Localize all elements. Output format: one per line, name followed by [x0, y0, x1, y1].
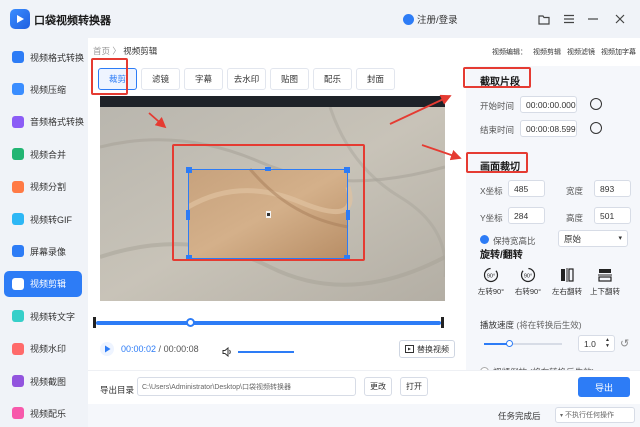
replace-video-button[interactable]: 替换视频 — [399, 340, 455, 358]
merge-icon — [12, 148, 24, 161]
music-icon — [12, 407, 24, 420]
play-button[interactable] — [100, 342, 114, 356]
sidebar-item-compress[interactable]: 视频压缩 — [4, 76, 82, 102]
sidebar-item-to-gif[interactable]: 视频转GIF — [4, 206, 82, 232]
task-complete-value: 不执行任何操作 — [565, 412, 615, 419]
output-dir-label: 导出目录 — [100, 385, 135, 395]
to-text-icon — [12, 310, 24, 323]
chevron-down-icon: ▾ — [560, 412, 564, 419]
title-bar: 口袋视频转换器 注册/登录 — [0, 0, 640, 38]
footer-bar: 任务完成后 ▾ 不执行任何操作 — [88, 404, 640, 427]
sidebar-item-label: 视频格式转换 — [30, 52, 85, 63]
sidebar-item-label: 视频水印 — [30, 344, 67, 355]
minimize-icon[interactable] — [585, 11, 601, 27]
sidebar-item-label: 视频配乐 — [30, 408, 67, 419]
time-display: 00:00:02 / 00:00:08 — [121, 344, 199, 354]
play-icon — [104, 345, 110, 353]
sidebar-item-format-convert[interactable]: 视频格式转换 — [4, 44, 85, 70]
annotation-arrows — [148, 94, 462, 161]
audio-convert-icon — [12, 115, 24, 128]
stepper-icon[interactable]: ▲ ▼ — [605, 337, 610, 349]
sidebar-item-to-text[interactable]: 视频转文字 — [4, 303, 82, 329]
app-title: 口袋视频转换器 — [34, 15, 111, 27]
sidebar-item-label: 屏幕录像 — [30, 246, 67, 257]
menu-icon[interactable] — [561, 11, 577, 27]
sidebar-item-screenshot[interactable]: 视频截图 — [4, 368, 82, 394]
open-dir-button[interactable]: 打开 — [400, 377, 428, 396]
speed-slider[interactable] — [484, 340, 562, 347]
replace-icon — [405, 345, 414, 353]
volume-control — [222, 347, 294, 357]
sidebar-item-label: 视频压缩 — [30, 84, 67, 95]
time-separator: / — [156, 344, 164, 354]
volume-slider[interactable] — [238, 351, 294, 353]
change-dir-button[interactable]: 更改 — [364, 377, 392, 396]
to-gif-icon — [12, 213, 24, 225]
sidebar: 视频格式转换 视频压缩音频格式转换 视频合并视频分割视频转GIF 屏幕录像视频剪辑视频… — [0, 38, 88, 427]
export-button[interactable]: 导出 — [578, 377, 630, 397]
sidebar-item-screen-record[interactable]: 屏幕录像 — [4, 238, 82, 264]
close-icon[interactable] — [612, 11, 628, 27]
main-content: 首页 〉 视频剪辑 视频编辑： 视频剪辑 视频滤镜 视频加字幕 裁剪 滤镜 字幕… — [88, 38, 640, 427]
output-bar: 导出目录 C:\Users\Administrator\Desktop\口袋视频… — [88, 370, 640, 404]
screen-record-icon — [12, 245, 24, 258]
task-complete-select[interactable]: ▾ 不执行任何操作 — [555, 407, 635, 423]
player-controls: 00:00:02 / 00:00:08 — [100, 342, 199, 356]
sidebar-item-audio-convert[interactable]: 音频格式转换 — [4, 109, 85, 135]
sidebar-item-clip[interactable]: 视频剪辑 — [4, 270, 82, 297]
sidebar-item-label: 视频合并 — [30, 149, 67, 160]
watermark-icon — [12, 342, 24, 355]
compress-icon — [12, 83, 24, 96]
clip-icon — [12, 277, 24, 290]
sidebar-item-split[interactable]: 视频分割 — [4, 174, 82, 200]
current-time: 00:00:02 — [121, 344, 157, 354]
speed-value: 1.0 — [584, 338, 596, 349]
speed-slider-knob[interactable] — [506, 340, 513, 347]
split-icon — [12, 180, 24, 193]
speed-slider-fill — [484, 343, 508, 345]
sidebar-item-watermark[interactable]: 视频水印 — [4, 336, 82, 362]
replace-video-label: 替换视频 — [417, 344, 449, 354]
total-time: 00:00:08 — [163, 344, 199, 354]
folder-icon[interactable] — [536, 11, 552, 27]
sidebar-item-label: 视频剪辑 — [30, 279, 67, 290]
user-icon — [403, 13, 414, 25]
reset-icon[interactable]: ↺ — [620, 337, 629, 350]
output-path-input[interactable]: C:\Users\Administrator\Desktop\口袋视频转换器 — [137, 377, 356, 396]
volume-icon[interactable] — [222, 347, 233, 357]
sidebar-item-label: 音频格式转换 — [30, 117, 85, 128]
sidebar-item-merge[interactable]: 视频合并 — [4, 141, 82, 167]
app-logo-icon — [10, 9, 30, 29]
sidebar-item-label: 视频转文字 — [30, 311, 76, 322]
sidebar-item-music[interactable]: 视频配乐 — [4, 400, 82, 426]
login-label: 注册/登录 — [417, 15, 458, 26]
task-complete-label: 任务完成后 — [498, 411, 541, 421]
sidebar-item-label: 视频截图 — [30, 376, 67, 387]
sidebar-item-label: 视频分割 — [30, 182, 67, 193]
format-convert-icon — [12, 51, 24, 63]
screenshot-icon — [12, 375, 24, 387]
login-link[interactable]: 注册/登录 — [403, 12, 458, 26]
sidebar-item-label: 视频转GIF — [30, 214, 72, 225]
